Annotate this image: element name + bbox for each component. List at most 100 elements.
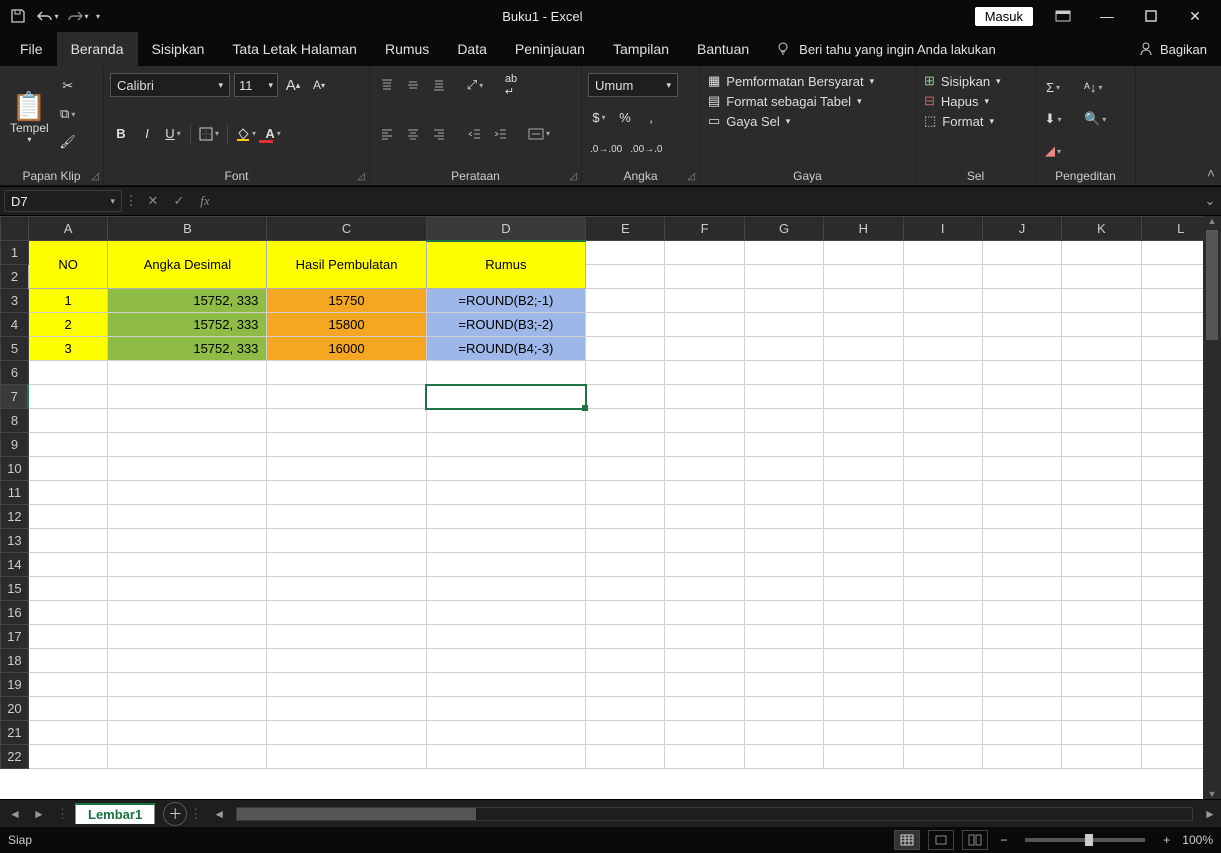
cell[interactable] — [426, 361, 585, 385]
tab-file[interactable]: File — [6, 32, 57, 66]
tab-rumus[interactable]: Rumus — [371, 32, 443, 66]
cell[interactable] — [824, 265, 903, 289]
cell[interactable] — [426, 385, 585, 409]
cell[interactable] — [426, 409, 585, 433]
cell[interactable] — [426, 529, 585, 553]
borders-button[interactable] — [197, 122, 221, 146]
row-header[interactable]: 3 — [1, 289, 29, 313]
cell[interactable] — [824, 553, 903, 577]
cell[interactable] — [28, 457, 108, 481]
cell[interactable]: =ROUND(B2;-1) — [426, 289, 585, 313]
cell[interactable] — [824, 337, 903, 361]
cell[interactable] — [426, 745, 585, 769]
cell[interactable] — [586, 553, 665, 577]
format-cells-button[interactable]: ⬚Format ▾ — [922, 112, 1029, 130]
autosum-button[interactable]: Σ — [1042, 75, 1064, 99]
cell[interactable] — [267, 505, 426, 529]
sheet-tab-active[interactable]: Lembar1 — [75, 803, 155, 824]
orientation-button[interactable]: ⤢ — [464, 73, 486, 97]
cell[interactable] — [744, 649, 823, 673]
tell-me-search[interactable]: Beri tahu yang ingin Anda lakukan — [775, 32, 996, 66]
cell[interactable] — [903, 601, 982, 625]
insert-cells-button[interactable]: ⊞Sisipkan ▾ — [922, 72, 1029, 90]
row-header[interactable]: 22 — [1, 745, 29, 769]
cell[interactable]: Rumus — [426, 241, 585, 289]
cell[interactable] — [586, 241, 665, 265]
cell[interactable] — [1062, 529, 1141, 553]
cell[interactable] — [824, 649, 903, 673]
cell[interactable] — [267, 625, 426, 649]
cell[interactable]: 15750 — [267, 289, 426, 313]
cell[interactable] — [108, 529, 267, 553]
minimize-button[interactable]: — — [1087, 2, 1127, 30]
cell[interactable] — [426, 601, 585, 625]
cell[interactable] — [108, 601, 267, 625]
cell[interactable]: 15800 — [267, 313, 426, 337]
page-layout-view-button[interactable] — [928, 830, 954, 850]
align-left-button[interactable] — [376, 122, 398, 146]
cell[interactable]: Angka Desimal — [108, 241, 267, 289]
cell[interactable] — [744, 601, 823, 625]
align-top-button[interactable] — [376, 73, 398, 97]
formula-input[interactable] — [218, 190, 1199, 212]
cell[interactable] — [267, 745, 426, 769]
row-header[interactable]: 2 — [1, 265, 29, 289]
cell[interactable] — [586, 697, 665, 721]
cell[interactable] — [982, 673, 1061, 697]
cell[interactable] — [665, 577, 744, 601]
align-bottom-button[interactable] — [428, 73, 450, 97]
cell[interactable] — [665, 385, 744, 409]
add-sheet-button[interactable]: ＋ — [163, 802, 187, 826]
cell[interactable] — [824, 577, 903, 601]
cell[interactable] — [586, 385, 665, 409]
cell[interactable] — [903, 649, 982, 673]
decrease-font-button[interactable]: A▾ — [308, 73, 330, 97]
cell[interactable] — [665, 697, 744, 721]
select-all-corner[interactable] — [1, 217, 29, 241]
cell[interactable] — [982, 553, 1061, 577]
ribbon-display-icon[interactable] — [1043, 2, 1083, 30]
row-header[interactable]: 6 — [1, 361, 29, 385]
cell[interactable] — [586, 625, 665, 649]
cell[interactable] — [586, 337, 665, 361]
cell[interactable] — [982, 601, 1061, 625]
cell[interactable] — [267, 385, 426, 409]
row-header[interactable]: 1 — [1, 241, 29, 265]
cell[interactable] — [28, 625, 108, 649]
cell[interactable] — [586, 409, 665, 433]
cell[interactable] — [28, 673, 108, 697]
cell[interactable] — [426, 481, 585, 505]
merge-button[interactable] — [526, 122, 552, 146]
cell[interactable] — [665, 625, 744, 649]
cell[interactable] — [744, 505, 823, 529]
cell[interactable] — [28, 577, 108, 601]
cell[interactable] — [426, 577, 585, 601]
cell[interactable] — [903, 577, 982, 601]
cell[interactable] — [903, 505, 982, 529]
save-icon[interactable] — [6, 4, 30, 28]
tab-beranda[interactable]: Beranda — [57, 32, 138, 66]
column-header[interactable]: K — [1062, 217, 1141, 241]
tab-bantuan[interactable]: Bantuan — [683, 32, 763, 66]
cell[interactable] — [586, 577, 665, 601]
cell[interactable] — [1062, 673, 1141, 697]
cell[interactable] — [824, 289, 903, 313]
cell[interactable] — [426, 625, 585, 649]
cell[interactable] — [982, 409, 1061, 433]
cell[interactable] — [1062, 385, 1141, 409]
cell[interactable] — [1062, 265, 1141, 289]
format-painter-button[interactable]: 🖌 — [57, 130, 79, 154]
cell[interactable] — [982, 337, 1061, 361]
cell[interactable] — [824, 409, 903, 433]
cell[interactable] — [108, 409, 267, 433]
cell[interactable] — [28, 601, 108, 625]
cell[interactable] — [744, 265, 823, 289]
cell[interactable] — [426, 433, 585, 457]
cell[interactable] — [744, 289, 823, 313]
cell[interactable] — [982, 577, 1061, 601]
bold-button[interactable]: B — [110, 122, 132, 146]
tab-tampilan[interactable]: Tampilan — [599, 32, 683, 66]
cell[interactable]: NO — [28, 241, 108, 289]
cell[interactable] — [267, 601, 426, 625]
column-header[interactable]: G — [744, 217, 823, 241]
